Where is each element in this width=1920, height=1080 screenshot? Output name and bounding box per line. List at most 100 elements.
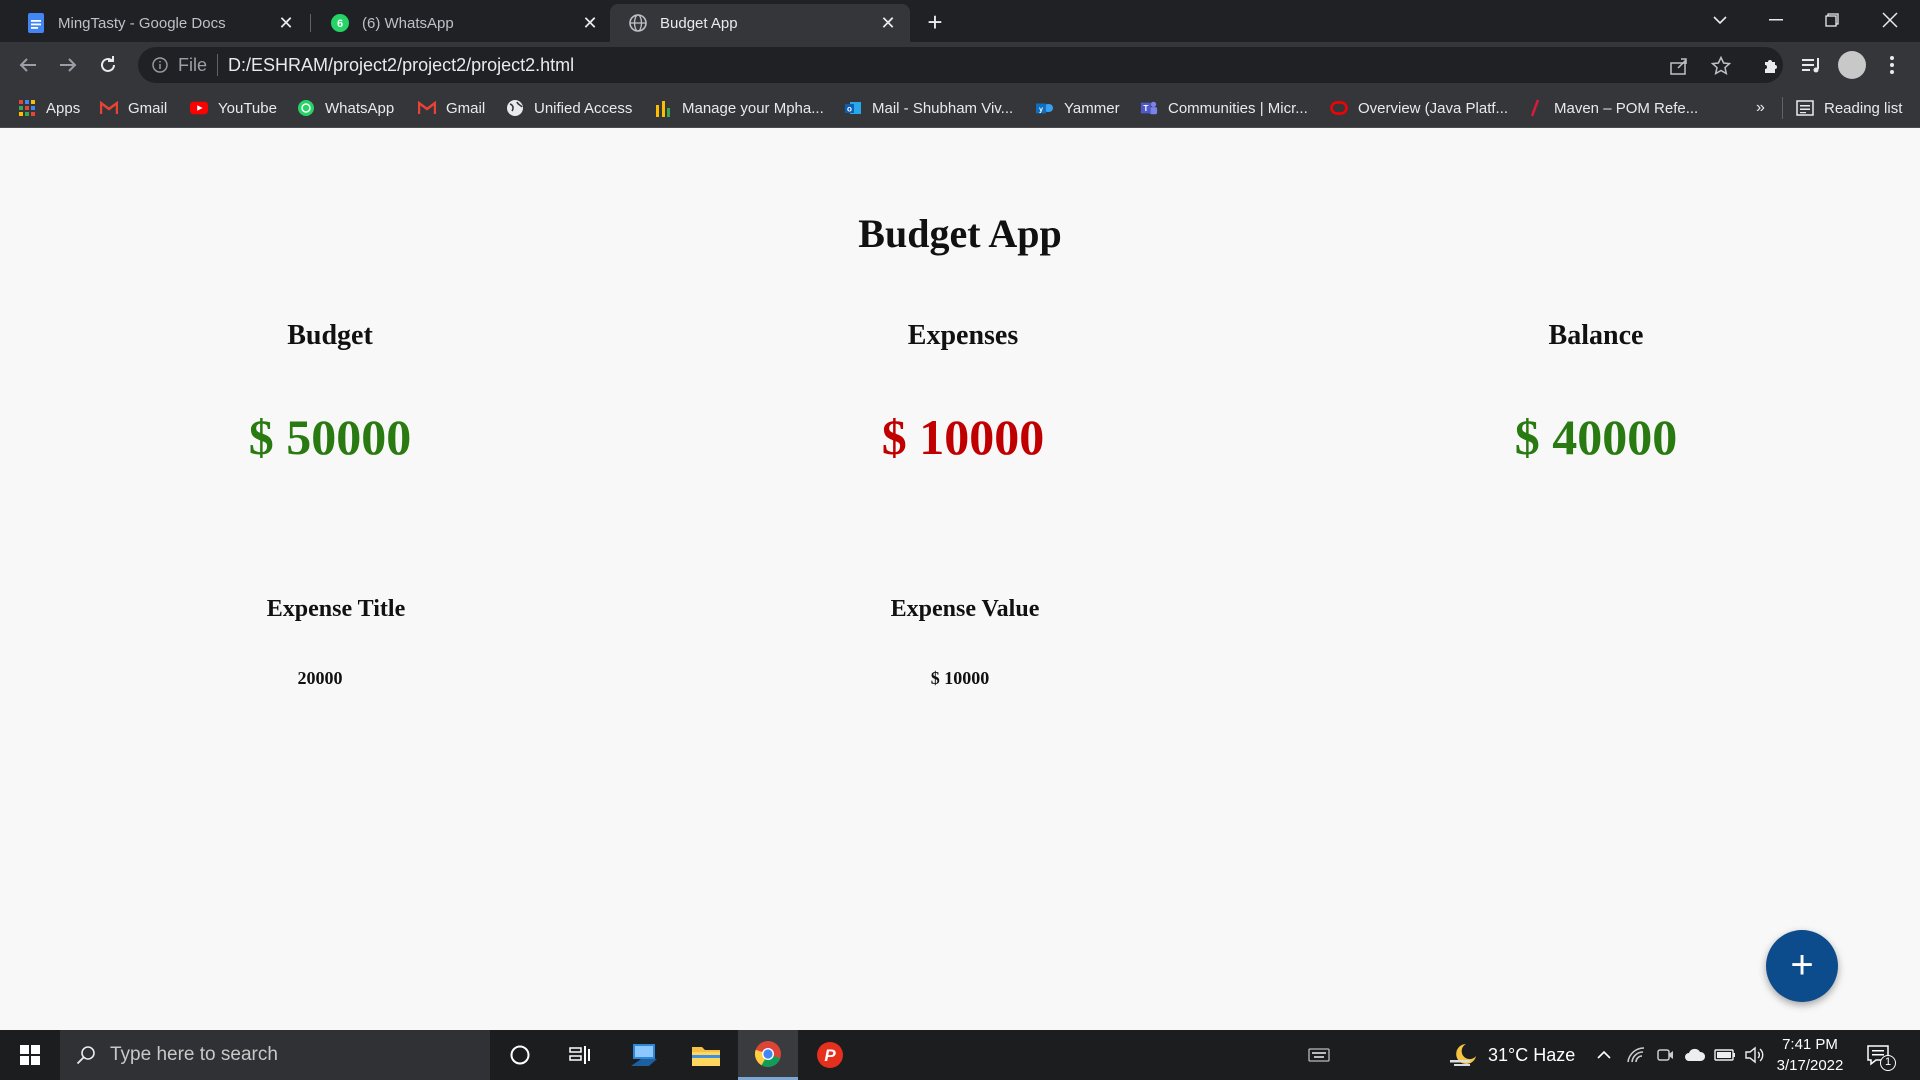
bookmark-manage-mpha[interactable]: Manage your Mpha... xyxy=(654,96,824,120)
notification-count-badge: 1 xyxy=(1880,1055,1896,1071)
expense-value-cell: $ 10000 xyxy=(930,668,990,688)
keyboard-icon[interactable] xyxy=(1308,1030,1330,1080)
extensions-puzzle-icon[interactable] xyxy=(1758,51,1786,79)
budget-label: Budget xyxy=(287,320,373,351)
globe-icon xyxy=(628,13,648,33)
outlook-icon: o xyxy=(844,99,862,117)
bookmark-gmail-2[interactable]: Gmail xyxy=(418,96,485,120)
whatsapp-icon xyxy=(297,99,315,117)
expense-title-cell: 20000 xyxy=(297,668,343,688)
reload-icon[interactable] xyxy=(92,49,124,81)
postman-icon[interactable]: P xyxy=(800,1030,860,1080)
reading-list-button[interactable]: Reading list xyxy=(1796,96,1902,120)
meet-now-icon[interactable] xyxy=(1656,1030,1674,1080)
whatsapp-badge: 6 xyxy=(337,18,343,30)
expense-value-header: Expense Value xyxy=(890,596,1040,622)
windows-taskbar: Type here to search P 31°C Haze 7:41 PM … xyxy=(0,1030,1920,1080)
tab-divider xyxy=(310,14,311,32)
youtube-icon xyxy=(190,99,208,117)
chrome-taskbar-icon[interactable] xyxy=(738,1030,798,1080)
bookmark-yammer[interactable]: y Yammer xyxy=(1036,96,1120,120)
bookmark-label: Manage your Mpha... xyxy=(682,99,824,117)
menu-kebab-icon[interactable] xyxy=(1878,51,1906,79)
network-icon[interactable] xyxy=(1626,1030,1646,1080)
clock-date: 3/17/2022 xyxy=(1776,1057,1844,1074)
taskbar-search-box[interactable]: Type here to search xyxy=(60,1030,490,1080)
tab-title: (6) WhatsApp xyxy=(362,14,454,32)
bookmark-gmail[interactable]: Gmail xyxy=(100,96,167,120)
avatar xyxy=(1838,51,1866,79)
reading-list-label: Reading list xyxy=(1824,99,1903,117)
svg-text:o: o xyxy=(847,105,852,114)
google-docs-icon xyxy=(26,13,46,33)
taskbar-clock[interactable]: 7:41 PM 3/17/2022 xyxy=(1770,1034,1850,1076)
back-arrow-icon[interactable] xyxy=(12,49,44,81)
bookmark-label: Yammer xyxy=(1064,99,1120,117)
bookmark-java-overview[interactable]: Overview (Java Platf... xyxy=(1330,96,1508,120)
profile-avatar-icon[interactable] xyxy=(1838,51,1866,79)
tab-title: MingTasty - Google Docs xyxy=(58,14,226,32)
search-icon xyxy=(76,1045,96,1065)
close-icon[interactable]: ✕ xyxy=(580,13,600,33)
budget-amount: $ 50000 xyxy=(248,409,412,465)
tab-google-docs[interactable]: MingTasty - Google Docs ✕ xyxy=(8,4,308,42)
reading-list-icon xyxy=(1796,99,1814,117)
info-icon[interactable] xyxy=(150,55,170,75)
close-icon[interactable]: ✕ xyxy=(276,13,296,33)
tab-search-chevron-icon[interactable] xyxy=(1692,0,1748,40)
browser-tab-strip: MingTasty - Google Docs ✕ 6 (6) WhatsApp… xyxy=(0,0,1920,42)
budget-app-page: Budget App Budget Expenses Balance $ 500… xyxy=(0,128,1920,1030)
tab-title: Budget App xyxy=(660,14,738,32)
minimize-icon[interactable] xyxy=(1748,0,1804,40)
weather-moon-icon[interactable] xyxy=(1448,1030,1478,1080)
windows-start-icon[interactable] xyxy=(0,1030,60,1080)
gmail-icon xyxy=(418,99,436,117)
page-title: Budget App xyxy=(858,211,1062,256)
bookmark-label: YouTube xyxy=(218,99,277,117)
address-bar[interactable]: File D:/ESHRAM/project2/project2/project… xyxy=(138,47,1783,83)
svg-text:T: T xyxy=(1143,104,1148,113)
close-icon[interactable]: ✕ xyxy=(878,13,898,33)
tab-whatsapp[interactable]: 6 (6) WhatsApp ✕ xyxy=(312,4,612,42)
tab-budget-app[interactable]: Budget App ✕ xyxy=(610,4,910,42)
weather-readout[interactable]: 31°C Haze xyxy=(1488,1030,1575,1080)
bookmark-label: Unified Access xyxy=(534,99,633,117)
gmail-icon xyxy=(100,99,118,117)
bookmark-star-icon[interactable] xyxy=(1710,55,1732,77)
cortana-icon[interactable] xyxy=(490,1030,550,1080)
bookmark-whatsapp[interactable]: WhatsApp xyxy=(297,96,394,120)
bookmark-unified-access[interactable]: Unified Access xyxy=(506,96,632,120)
search-placeholder: Type here to search xyxy=(110,1044,278,1065)
bookmark-label: Communities | Micr... xyxy=(1168,99,1308,117)
bookmarks-overflow-button[interactable]: » xyxy=(1756,96,1765,120)
bookmark-apps[interactable]: Apps xyxy=(18,96,80,120)
bookmark-mail-shubham[interactable]: o Mail - Shubham Viv... xyxy=(844,96,1013,120)
volume-icon[interactable] xyxy=(1744,1030,1764,1080)
bookmark-youtube[interactable]: YouTube xyxy=(190,96,277,120)
bookmark-label: Gmail xyxy=(128,99,168,117)
svg-text:P: P xyxy=(824,1046,836,1065)
file-explorer-icon[interactable] xyxy=(676,1030,736,1080)
close-window-icon[interactable] xyxy=(1862,0,1918,40)
bookmark-communities[interactable]: T Communities | Micr... xyxy=(1140,96,1308,120)
apps-grid-icon xyxy=(18,99,36,117)
bookmark-maven-pom[interactable]: Maven – POM Refe... xyxy=(1526,96,1698,120)
yammer-icon: y xyxy=(1036,99,1054,117)
address-divider xyxy=(217,54,219,76)
media-queue-icon[interactable] xyxy=(1798,51,1826,79)
onedrive-cloud-icon[interactable] xyxy=(1684,1030,1706,1080)
chart-icon xyxy=(654,99,672,117)
address-url[interactable]: D:/ESHRAM/project2/project2/project2.htm… xyxy=(228,55,574,76)
bookmarks-bar: Apps Gmail YouTube WhatsApp Gmail Unifie… xyxy=(0,88,1920,128)
add-expense-button[interactable]: + xyxy=(1766,930,1838,1002)
expenses-label: Expenses xyxy=(907,320,1019,351)
remote-desktop-icon[interactable] xyxy=(614,1030,674,1080)
notifications-button[interactable]: 1 xyxy=(1866,1030,1896,1080)
restore-icon[interactable] xyxy=(1804,0,1860,40)
task-view-icon[interactable] xyxy=(550,1030,610,1080)
new-tab-button[interactable]: + xyxy=(920,8,950,38)
tray-chevron-up-icon[interactable] xyxy=(1596,1030,1612,1080)
share-icon[interactable] xyxy=(1668,55,1690,77)
forward-arrow-icon[interactable] xyxy=(52,49,84,81)
battery-icon[interactable] xyxy=(1714,1030,1736,1080)
